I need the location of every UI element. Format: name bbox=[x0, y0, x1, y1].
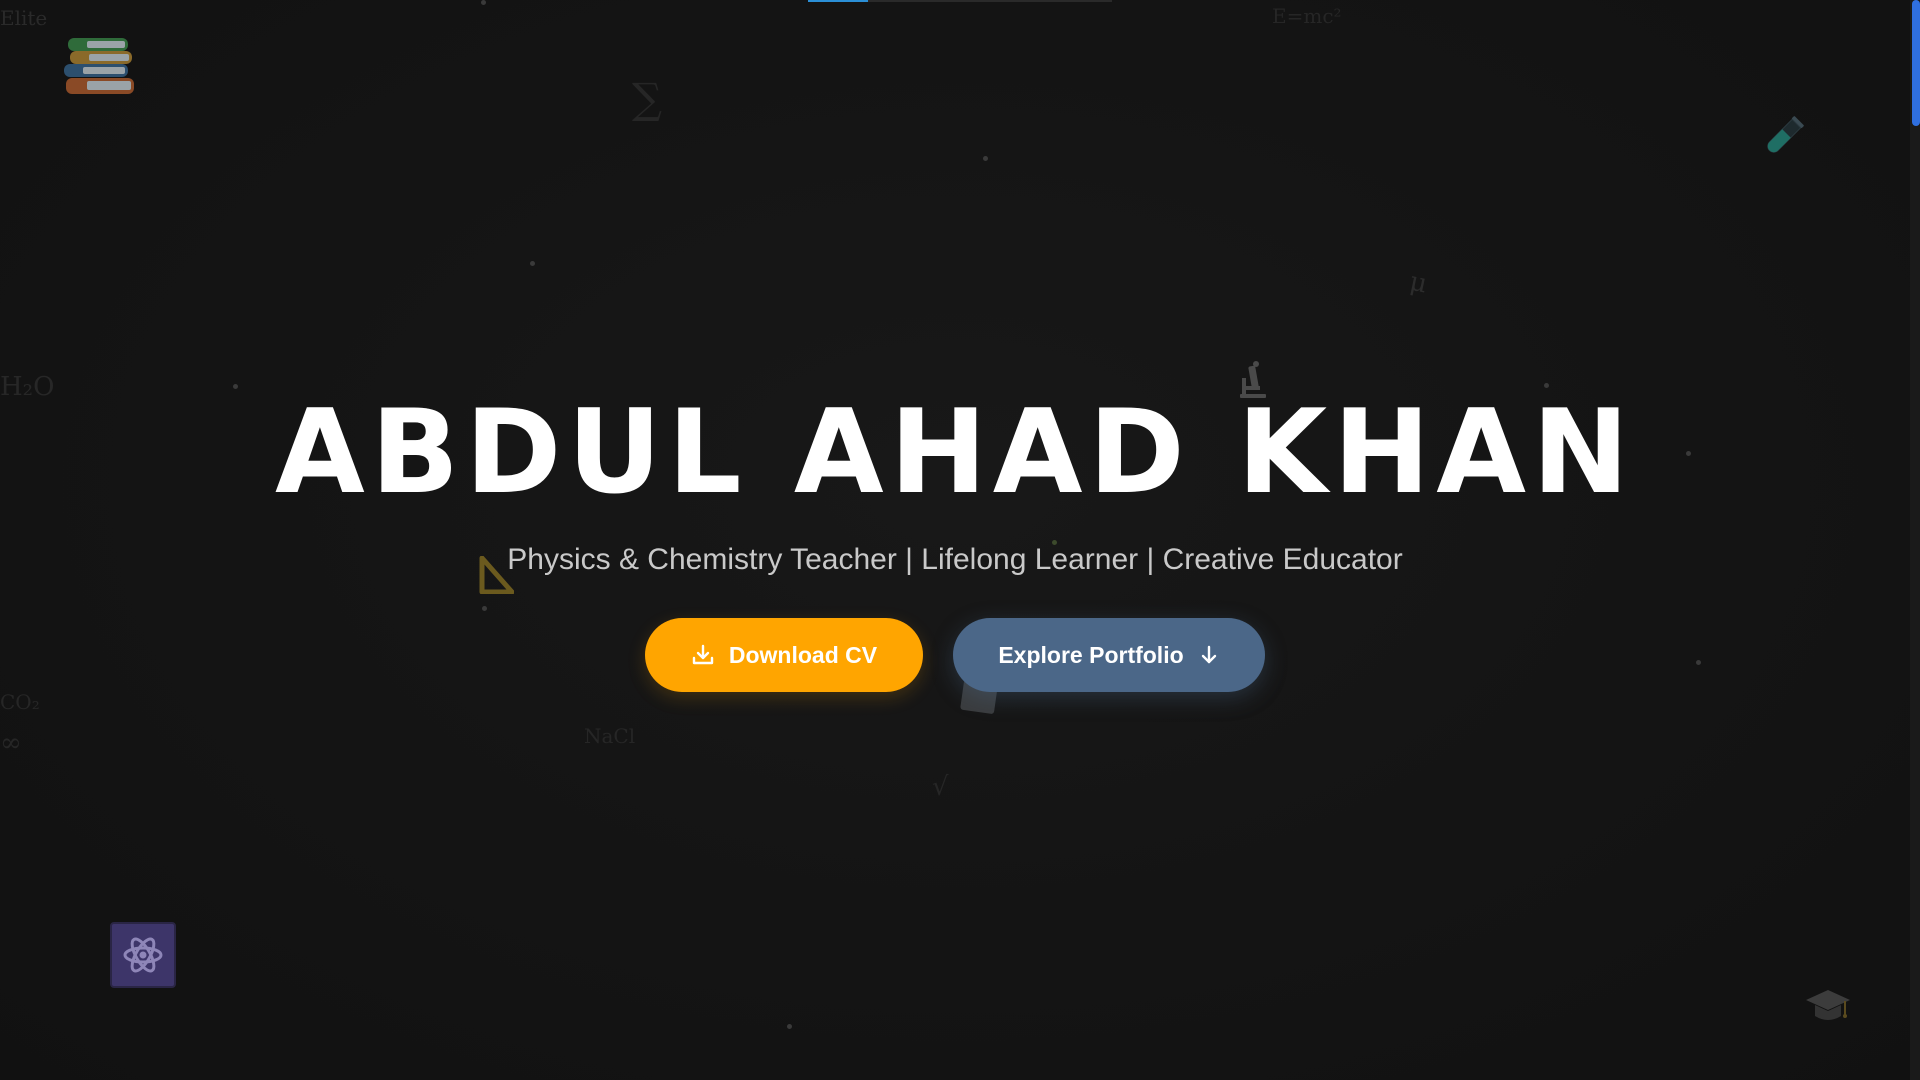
download-cv-button[interactable]: Download CV bbox=[645, 618, 923, 692]
download-icon bbox=[692, 644, 714, 665]
hero-name-heading: ABDUL AHAD KHAN bbox=[274, 385, 1636, 520]
explore-portfolio-label: Explore Portfolio bbox=[998, 641, 1184, 668]
hero-page: Elite ∑ E=mc² H₂O μ CO₂ ∞ NaCl √ ABDUL A… bbox=[0, 0, 1920, 1080]
hero-tagline: Physics & Chemistry Teacher | Lifelong L… bbox=[507, 543, 1403, 576]
download-cv-label: Download CV bbox=[728, 641, 878, 668]
hero-section: ABDUL AHAD KHAN Physics & Chemistry Teac… bbox=[0, 0, 1910, 1080]
explore-portfolio-button[interactable]: Explore Portfolio bbox=[953, 618, 1265, 692]
scrollbar-thumb[interactable] bbox=[1912, 0, 1920, 126]
page-scrollbar[interactable] bbox=[1910, 0, 1920, 1080]
arrow-down-icon bbox=[1201, 645, 1216, 664]
